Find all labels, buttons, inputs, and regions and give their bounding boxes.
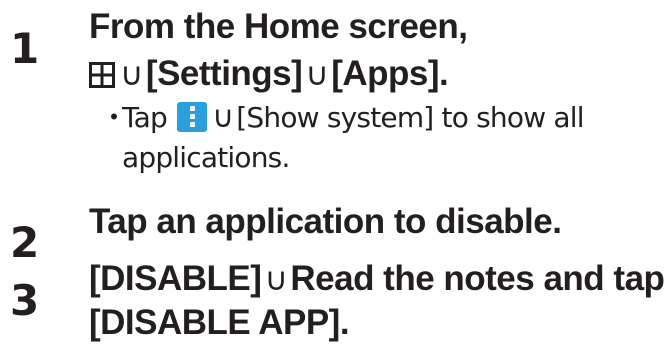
- settings-label: [Settings]: [145, 54, 303, 93]
- step-3-line-2: [DISABLE APP].: [89, 303, 350, 342]
- separator-arrow: ∪: [120, 56, 143, 92]
- step-number: 1: [10, 24, 40, 73]
- note-tap: Tap: [122, 101, 168, 134]
- step-1-note-cont: applications.: [122, 141, 290, 174]
- separator-arrow: ∪: [212, 100, 234, 135]
- step-1-note: ・Tap ∪ [Show system] to show all: [100, 100, 585, 135]
- step-1-line-2: ∪[Settings]∪[Apps].: [89, 54, 449, 93]
- step-3-line-1: [DISABLE]∪Read the notes and tap: [89, 259, 665, 298]
- step-3-rest: Read the notes and tap: [290, 259, 665, 298]
- step-number: 2: [10, 218, 40, 267]
- more-vert-icon: [177, 102, 208, 132]
- disable-label: [DISABLE]: [89, 259, 262, 298]
- step-1-line-1: From the Home screen,: [89, 7, 468, 46]
- step-number: 3: [10, 276, 40, 325]
- apps-label: [Apps].: [331, 54, 449, 93]
- separator-arrow: ∪: [264, 261, 288, 297]
- step-2-text: Tap an application to disable.: [89, 202, 562, 241]
- separator-arrow: ∪: [305, 56, 329, 92]
- apps-grid-icon: [89, 62, 115, 88]
- note-rest: [Show system] to show all: [236, 101, 584, 134]
- note-bullet: ・: [100, 101, 128, 134]
